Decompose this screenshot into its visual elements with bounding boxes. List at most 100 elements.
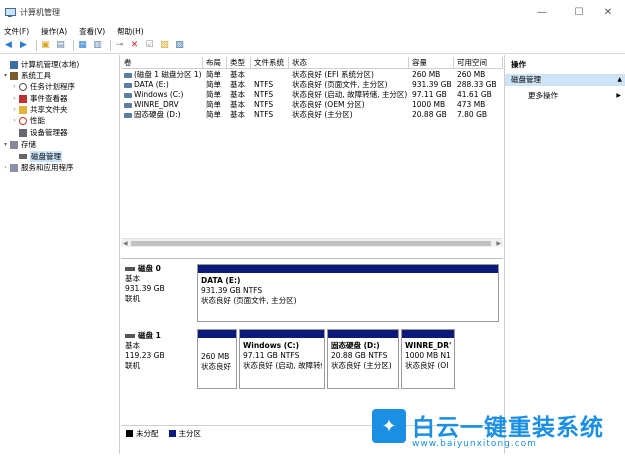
partition-size: 260 MB (201, 352, 230, 361)
volume-layout: 简单 (206, 90, 221, 99)
menu-help[interactable]: 帮助(H) (117, 26, 144, 37)
partition-name: 固态硬盘 (D:) (331, 341, 380, 350)
disk-0-label[interactable]: 磁盘 0 基本 931.39 GB 联机 (125, 264, 195, 304)
tree-item-storage[interactable]: ▾ 存储 (2, 139, 36, 150)
show-hide-tree-icon[interactable]: ▤ (55, 40, 66, 51)
column-header-layout[interactable]: 布局 (203, 57, 227, 69)
computer-icon (10, 60, 18, 69)
tree-item-system-tools[interactable]: ▾ 系统工具 (2, 70, 51, 81)
properties-icon[interactable]: ▦ (77, 40, 88, 51)
disk-management-pane: 卷 布局 类型 文件系统 状态 容量 可用空间 (磁盘 1 磁盘分区 1) 简单… (121, 55, 503, 454)
expander-icon[interactable]: ▾ (2, 141, 9, 148)
volume-status: 状态良好 (EFI 系统分区) (292, 70, 374, 79)
partition-ssd-d[interactable]: 固态硬盘 (D:) 20.88 GB NTFS 状态良好 (主分区) (327, 329, 399, 389)
volume-list-header: 卷 布局 类型 文件系统 状态 容量 可用空间 (121, 57, 503, 69)
partition-status: 状态良好 (201, 362, 231, 371)
tree-item-services-apps[interactable]: › 服务和应用程序 (2, 162, 74, 173)
volume-free-space: 473 MB (457, 100, 486, 109)
column-header-capacity[interactable]: 容量 (409, 57, 454, 69)
help-icon[interactable]: ▨ (174, 40, 185, 51)
volume-icon (124, 102, 132, 108)
horizontal-scrollbar[interactable]: ◀ ▶ (121, 238, 503, 247)
tree-item-label: 事件查看器 (30, 94, 68, 103)
actions-section-disk-management[interactable]: 磁盘管理 ▲ (505, 74, 625, 86)
toolbar-separator (73, 40, 74, 51)
column-header-status[interactable]: 状态 (289, 57, 409, 69)
scroll-right-arrow-icon[interactable]: ▶ (496, 239, 501, 248)
primary-partition-bar (402, 330, 454, 338)
connect-icon[interactable]: ⊸ (114, 40, 125, 51)
column-header-type[interactable]: 类型 (227, 57, 251, 69)
volume-filesystem: NTFS (254, 100, 274, 109)
minimize-button[interactable]: — (525, 0, 559, 24)
back-arrow-icon[interactable]: ◀ (3, 40, 14, 51)
forward-arrow-icon[interactable]: ▶ (18, 40, 29, 51)
watermark-logo: ✦ 白云一键重装系统 www.baiyunxitong.com (362, 404, 625, 457)
menu-action[interactable]: 操作(A) (41, 26, 67, 37)
volume-status: 状态良好 (启动, 故障转储, 主分区) (292, 90, 408, 99)
expander-icon[interactable]: › (11, 106, 18, 113)
volume-row[interactable]: DATA (E:) 简单 基本 NTFS 状态良好 (页面文件, 主分区) 93… (121, 80, 503, 90)
tree-item-task-scheduler[interactable]: › 任务计划程序 (11, 81, 75, 92)
volume-row[interactable]: Windows (C:) 简单 基本 NTFS 状态良好 (启动, 故障转储, … (121, 90, 503, 100)
expander-icon[interactable]: › (11, 83, 18, 90)
scroll-left-arrow-icon[interactable]: ◀ (123, 239, 128, 248)
open-folder-icon[interactable]: ▧ (159, 40, 170, 51)
partition-windows-c[interactable]: Windows (C:) 97.11 GB NTFS 状态良好 (启动, 故障转… (239, 329, 325, 389)
tree-item-disk-management[interactable]: 磁盘管理 (11, 151, 62, 162)
volume-capacity: 260 MB (412, 70, 441, 79)
disk-1-label[interactable]: 磁盘 1 基本 119.23 GB 联机 (125, 331, 195, 371)
volume-type: 基本 (230, 70, 245, 79)
menu-view[interactable]: 查看(V) (79, 26, 105, 37)
refresh-view-icon[interactable]: ▥ (92, 40, 103, 51)
volume-row[interactable]: (磁盘 1 磁盘分区 1) 简单 基本 状态良好 (EFI 系统分区) 260 … (121, 70, 503, 80)
volume-status: 状态良好 (OEM 分区) (292, 100, 365, 109)
check-disk-icon[interactable]: ☑ (144, 40, 155, 51)
bird-logo-icon: ✦ (372, 409, 406, 443)
volume-filesystem (251, 70, 289, 80)
partition-winre[interactable]: WINRE_DR' 1000 MB N1 状态良好 (OI (401, 329, 455, 389)
volume-capacity: 931.39 GB (412, 80, 452, 89)
tree-item-label: 任务计划程序 (30, 82, 75, 91)
close-button[interactable]: ✕ (591, 0, 625, 24)
tree-item-computer-management[interactable]: 计算机管理(本地) (2, 59, 79, 70)
disk-size: 931.39 GB (125, 284, 165, 293)
volume-name: 固态硬盘 (D:) (134, 110, 181, 119)
volume-name: DATA (E:) (134, 80, 169, 89)
menu-file[interactable]: 文件(F) (4, 26, 29, 37)
volume-free-space: 7.80 GB (457, 110, 488, 119)
event-viewer-icon (19, 94, 27, 103)
disk-management-icon (19, 154, 27, 159)
scrollbar-thumb[interactable] (131, 241, 491, 246)
expander-icon[interactable]: › (11, 117, 18, 124)
volume-layout: 简单 (206, 100, 221, 109)
watermark-brand: 白云一键重装系统 (412, 415, 604, 441)
partition-name: WINRE_DR' (405, 341, 452, 350)
tree-item-label: 服务和应用程序 (21, 163, 74, 172)
volume-row[interactable]: WINRE_DRV 简单 基本 NTFS 状态良好 (OEM 分区) 1000 … (121, 100, 503, 110)
tree-item-device-manager[interactable]: 设备管理器 (11, 127, 68, 138)
partition-efi[interactable]: 260 MB 状态良好 (197, 329, 237, 389)
tree-item-event-viewer[interactable]: › 事件查看器 (11, 93, 68, 104)
partition-data-e[interactable]: DATA (E:) 931.39 GB NTFS 状态良好 (页面文件, 主分区… (197, 264, 499, 322)
delete-icon[interactable]: ✕ (129, 40, 140, 51)
expander-icon[interactable]: › (11, 95, 18, 102)
collapse-arrow-icon[interactable]: ▲ (617, 74, 622, 86)
tree-item-shared-folders[interactable]: › 共享文件夹 (11, 104, 67, 115)
unallocated-swatch (126, 430, 133, 437)
actions-header: 操作 (511, 60, 526, 69)
volume-name: WINRE_DRV (134, 100, 179, 109)
volume-layout: 简单 (206, 110, 221, 119)
volume-type: 基本 (230, 110, 245, 119)
more-actions-item[interactable]: 更多操作 ▶ (505, 90, 625, 102)
expander-icon[interactable]: ▾ (2, 72, 9, 79)
column-header-volume[interactable]: 卷 (121, 57, 203, 69)
expander-icon[interactable]: › (2, 164, 9, 171)
device-manager-icon (19, 128, 27, 137)
volume-row[interactable]: 固态硬盘 (D:) 简单 基本 NTFS 状态良好 (主分区) 20.88 GB… (121, 110, 503, 120)
up-folder-icon[interactable]: ▣ (40, 40, 51, 51)
column-header-filesystem[interactable]: 文件系统 (251, 57, 289, 69)
tree-item-performance[interactable]: › 性能 (11, 115, 45, 126)
volume-type: 基本 (230, 100, 245, 109)
column-header-free-space[interactable]: 可用空间 (454, 57, 503, 69)
